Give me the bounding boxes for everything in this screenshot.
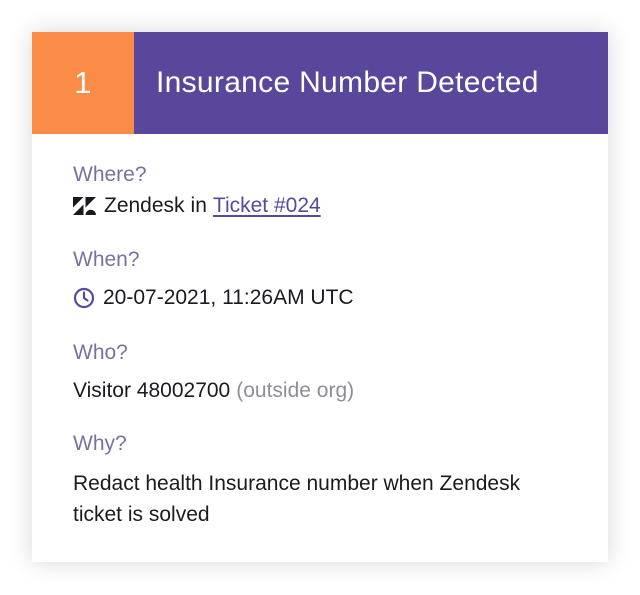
where-section: Where? Zendesk in Ticket #024 <box>73 161 568 220</box>
who-note: (outside org) <box>236 379 355 402</box>
who-section: Who? Visitor 48002700 (outside org) <box>73 339 568 405</box>
who-name: Visitor 48002700 <box>73 379 231 402</box>
ticket-link[interactable]: Ticket #024 <box>213 192 321 220</box>
detection-number-badge: 1 <box>32 32 134 134</box>
zendesk-icon <box>73 197 96 215</box>
when-section: When? 20-07-2021, 11:26AM UTC <box>73 246 568 312</box>
who-label: Who? <box>73 341 128 364</box>
when-label: When? <box>73 248 140 271</box>
card-header: 1 Insurance Number Detected <box>32 32 608 134</box>
where-value: Zendesk in Ticket #024 <box>73 192 568 220</box>
detection-title: Insurance Number Detected <box>134 32 608 134</box>
when-value: 20-07-2021, 11:26AM UTC <box>73 284 568 312</box>
why-text: Redact health Insurance number when Zend… <box>73 472 521 526</box>
who-value: Visitor 48002700 (outside org) <box>73 377 568 405</box>
why-section: Why? Redact health Insurance number when… <box>73 430 568 530</box>
detection-card: 1 Insurance Number Detected Where? Zende… <box>32 32 608 562</box>
clock-icon <box>73 287 95 309</box>
why-label: Why? <box>73 432 127 455</box>
where-app-name: Zendesk <box>104 194 185 217</box>
when-timestamp: 20-07-2021, 11:26AM UTC <box>103 286 354 309</box>
where-connector: in <box>190 194 207 217</box>
card-body: Where? Zendesk in Ticket #024 When? 20-0… <box>32 134 608 530</box>
where-label: Where? <box>73 163 147 186</box>
